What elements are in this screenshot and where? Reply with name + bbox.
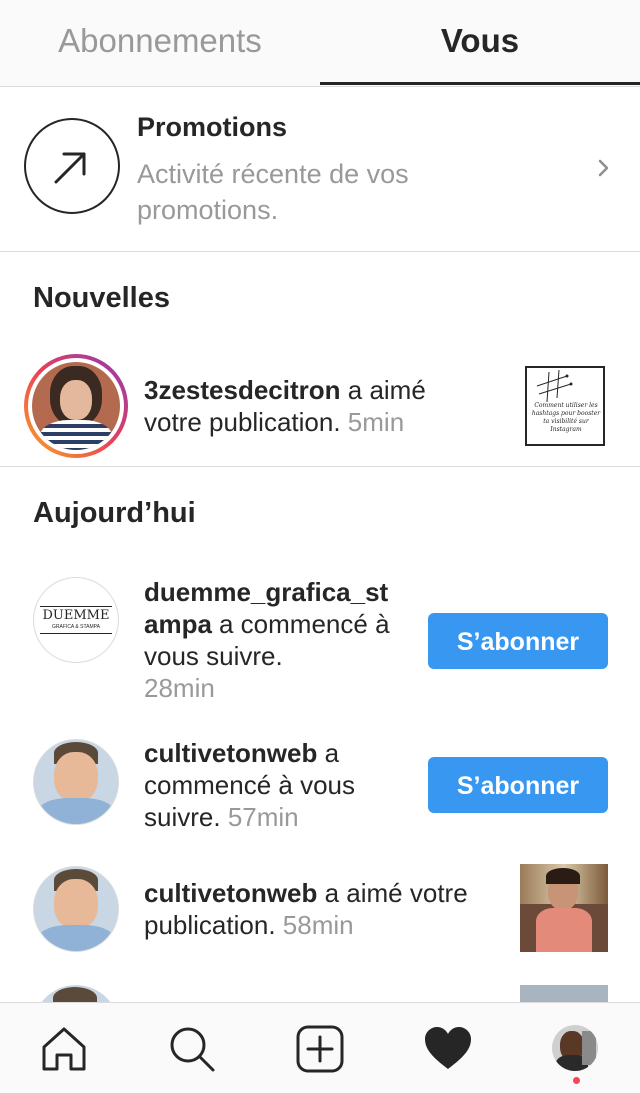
follow-button[interactable]: S’abonner — [428, 613, 608, 669]
promotions-description: Activité récente de vos promotions. — [137, 159, 409, 225]
story-ring — [24, 354, 128, 458]
logo-text: DUEMME — [42, 608, 110, 623]
divider — [0, 466, 640, 467]
notification-time: 57min — [227, 802, 299, 832]
tab-following[interactable]: Abonnements — [0, 0, 320, 84]
notification-time: 28min — [144, 673, 215, 703]
notification-time: 5min — [347, 407, 405, 437]
list-item[interactable]: cultivetonweb a aimé votre publication. … — [0, 862, 640, 962]
logo-subtext: GRAFICA & STAMPA — [52, 624, 100, 630]
list-item[interactable]: cultivetonweb a commencé à vous suivre. … — [0, 735, 640, 835]
post-thumbnail[interactable] — [520, 864, 608, 952]
promotions-row[interactable]: Promotions Activité récente de vos promo… — [0, 86, 640, 252]
username-link[interactable]: cultivetonweb — [144, 738, 317, 768]
list-item[interactable] — [0, 985, 640, 1002]
section-title-today: Aujourd’hui — [33, 497, 196, 529]
post-thumbnail[interactable]: Comment utiliser les hashtags pour boost… — [525, 366, 605, 446]
avatar[interactable] — [33, 985, 119, 1002]
activity-heart-icon[interactable] — [422, 1023, 474, 1075]
active-tab-indicator — [320, 82, 640, 85]
username-link[interactable]: 3zestesdecitron — [144, 375, 341, 405]
notification-text: 3zestesdecitron a aimé votre publication… — [144, 374, 484, 438]
bottom-nav — [0, 1002, 640, 1093]
promotions-title: Promotions — [137, 112, 288, 142]
notification-text: duemme_grafica_st ampa a commencé à vous … — [144, 576, 414, 704]
post-thumbnail[interactable] — [520, 985, 608, 1002]
section-title-new: Nouvelles — [33, 282, 170, 314]
avatar[interactable]: DUEMME GRAFICA & STAMPA — [33, 577, 119, 663]
notification-action: a commencé à vous suivre. — [144, 609, 390, 671]
list-item[interactable]: 3zestesdecitron a aimé votre publication… — [0, 350, 640, 465]
follow-button[interactable]: S’abonner — [428, 757, 608, 813]
username-link[interactable]: cultivetonweb — [144, 878, 317, 908]
home-icon[interactable] — [38, 1023, 90, 1075]
profile-avatar-icon[interactable] — [552, 1025, 598, 1071]
chevron-right-icon — [598, 159, 609, 177]
search-icon[interactable] — [166, 1023, 218, 1075]
tab-you[interactable]: Vous — [320, 0, 640, 84]
notification-time: 58min — [282, 910, 354, 940]
avatar[interactable] — [33, 866, 119, 952]
notification-text: cultivetonweb a commencé à vous suivre. … — [144, 737, 404, 833]
notification-text: cultivetonweb a aimé votre publication. … — [144, 877, 484, 941]
promotions-arrow-icon — [24, 118, 120, 214]
activity-tabs: Abonnements Vous — [0, 0, 640, 87]
avatar[interactable] — [32, 362, 120, 450]
notification-dot — [573, 1077, 580, 1084]
list-item[interactable]: DUEMME GRAFICA & STAMPA duemme_grafica_s… — [0, 572, 640, 712]
avatar[interactable] — [33, 739, 119, 825]
thumbnail-caption: Comment utiliser les hashtags pour boost… — [531, 402, 601, 433]
add-post-icon[interactable] — [294, 1023, 346, 1075]
